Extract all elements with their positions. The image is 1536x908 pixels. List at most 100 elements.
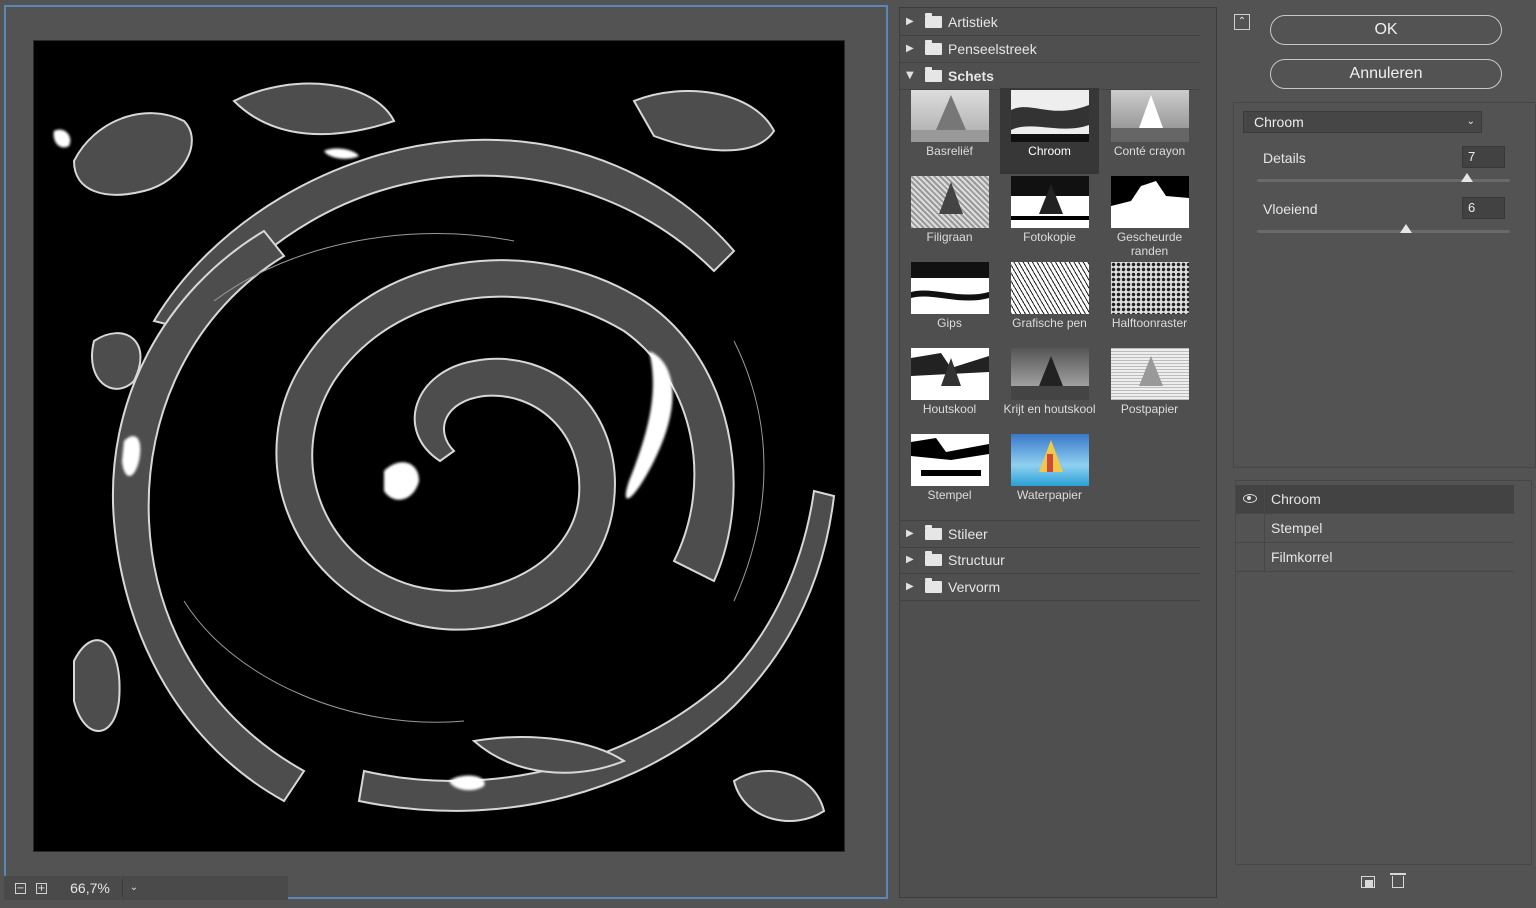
collapse-arrow-icon: ▼ xyxy=(906,70,914,81)
thumbnail-label: Gips xyxy=(937,316,962,330)
folder-icon xyxy=(925,525,942,540)
filter-thumb-conte-crayon[interactable]: Conté crayon xyxy=(1100,88,1199,174)
thumbnail-image xyxy=(1111,348,1189,400)
thumbnail-label: Halftoonraster xyxy=(1111,316,1188,330)
cancel-button[interactable]: Annuleren xyxy=(1270,59,1502,89)
filter-thumb-filigraan[interactable]: Filigraan xyxy=(900,174,999,260)
zoom-out-button[interactable]: − xyxy=(15,883,26,894)
zoom-bar: − + 66,7% ⌄ xyxy=(4,876,288,900)
visibility-toggle[interactable] xyxy=(1236,543,1265,571)
filter-gallery: ▶ Artistiek ▶ Penseelstreek ▼ Schets Bas… xyxy=(899,7,1217,898)
thumbnail-image xyxy=(911,262,989,314)
expand-arrow-icon: ▶ xyxy=(906,16,914,27)
expand-arrow-icon: ▶ xyxy=(906,581,914,592)
filter-thumb-basrelief[interactable]: Basreliëf xyxy=(900,88,999,174)
folder-label: Penseelstreek xyxy=(948,41,1037,57)
filter-thumb-gips[interactable]: Gips xyxy=(900,260,999,346)
slider-handle[interactable] xyxy=(1400,224,1413,233)
filter-thumb-halftoonraster[interactable]: Halftoonraster xyxy=(1100,260,1199,346)
thumbnail-label: Fotokopie xyxy=(1023,230,1076,244)
thumbnail-label: Krijt en houtskool xyxy=(1003,402,1096,416)
visibility-toggle[interactable] xyxy=(1236,514,1265,542)
zoom-level: 66,7% xyxy=(70,880,110,896)
filter-select-value: Chroom xyxy=(1254,114,1304,130)
filter-thumb-postpapier[interactable]: Postpapier xyxy=(1100,346,1199,432)
folder-label: Artistiek xyxy=(948,14,998,30)
folder-vervorm[interactable]: ▶ Vervorm xyxy=(900,574,1200,601)
thumbnail-image xyxy=(1111,262,1189,314)
effect-layer-row[interactable]: Chroom xyxy=(1236,485,1514,514)
details-input[interactable]: 7 xyxy=(1462,146,1505,168)
thumbnail-image xyxy=(1111,90,1189,142)
visibility-toggle[interactable] xyxy=(1236,485,1265,513)
effect-layers-list: Chroom Stempel Filmkorrel xyxy=(1235,480,1532,865)
folder-stileer[interactable]: ▶ Stileer xyxy=(900,520,1200,548)
new-effect-layer-icon[interactable] xyxy=(1361,876,1375,888)
zoom-dropdown-chevron-icon[interactable]: ⌄ xyxy=(122,879,145,897)
thumbnail-label: Conté crayon xyxy=(1113,144,1186,158)
details-label: Details xyxy=(1263,150,1306,166)
effect-layer-name: Filmkorrel xyxy=(1271,549,1333,565)
effect-layer-name: Chroom xyxy=(1271,491,1321,507)
thumbnail-label: Houtskool xyxy=(922,402,977,416)
thumbnail-image xyxy=(1011,262,1089,314)
details-slider[interactable] xyxy=(1257,173,1510,182)
effect-layer-row[interactable]: Filmkorrel xyxy=(1236,543,1514,572)
ok-button[interactable]: OK xyxy=(1270,15,1502,45)
expand-arrow-icon: ▶ xyxy=(906,554,914,565)
thumbnail-label: Grafische pen xyxy=(1012,316,1087,330)
thumbnail-image xyxy=(1011,90,1089,142)
effect-layer-row[interactable]: Stempel xyxy=(1236,514,1514,543)
filter-thumb-chroom[interactable]: Chroom xyxy=(1000,88,1099,174)
folder-label: Structuur xyxy=(948,552,1005,568)
thumbnail-image xyxy=(911,176,989,228)
thumbnail-image xyxy=(1011,176,1089,228)
thumbnail-image xyxy=(911,90,989,142)
filter-select-dropdown[interactable]: Chroom ⌄ xyxy=(1243,111,1482,133)
thumbnail-image xyxy=(911,434,989,486)
folder-icon xyxy=(925,578,942,593)
folder-icon xyxy=(925,551,942,566)
filter-thumb-grafische-pen[interactable]: Grafische pen xyxy=(1000,260,1099,346)
thumbnail-label: Postpapier xyxy=(1120,402,1179,416)
thumbnail-label: Stempel xyxy=(927,488,972,502)
zoom-in-button[interactable]: + xyxy=(36,883,47,894)
thumbnail-image xyxy=(1111,176,1189,228)
vloeiend-slider[interactable] xyxy=(1257,224,1510,233)
thumbnail-label: Filigraan xyxy=(926,230,973,244)
preview-panel xyxy=(4,5,888,899)
chrome-swirl-graphic xyxy=(34,41,844,851)
settings-panel: ⌃ OK Annuleren Chroom ⌄ Details 7 Vloeie… xyxy=(1225,0,1536,908)
thumbnail-label: Waterpapier xyxy=(1017,488,1082,502)
thumbnail-image xyxy=(911,348,989,400)
thumbnail-label: Basreliëf xyxy=(926,144,973,158)
open-folder-icon xyxy=(925,67,942,82)
folder-schets[interactable]: ▼ Schets xyxy=(900,63,1200,90)
thumbnail-image xyxy=(1011,348,1089,400)
thumbnail-label: Gescheurde randen xyxy=(1116,230,1183,258)
folder-structuur[interactable]: ▶ Structuur xyxy=(900,547,1200,574)
expand-arrow-icon: ▶ xyxy=(906,528,914,539)
collapse-gallery-button[interactable]: ⌃ xyxy=(1234,14,1250,30)
folder-label: Vervorm xyxy=(948,579,1001,595)
folder-icon xyxy=(925,13,942,28)
folder-label: Stileer xyxy=(948,526,988,542)
filter-thumb-stempel[interactable]: Stempel xyxy=(900,432,999,518)
slider-handle[interactable] xyxy=(1460,173,1473,182)
folder-label: Schets xyxy=(948,68,994,84)
folder-icon xyxy=(925,40,942,55)
trash-icon[interactable] xyxy=(1390,873,1406,888)
filter-thumb-gescheurde-randen[interactable]: Gescheurde randen xyxy=(1100,174,1199,260)
eye-icon xyxy=(1243,494,1257,503)
folder-artistiek[interactable]: ▶ Artistiek xyxy=(900,9,1200,36)
effect-layer-name: Stempel xyxy=(1271,520,1323,536)
filter-thumb-krijt-en-houtskool[interactable]: Krijt en houtskool xyxy=(1000,346,1099,432)
preview-image[interactable] xyxy=(33,40,845,852)
filter-thumb-fotokopie[interactable]: Fotokopie xyxy=(1000,174,1099,260)
folder-penseelstreek[interactable]: ▶ Penseelstreek xyxy=(900,36,1200,63)
chevron-down-icon: ⌄ xyxy=(1466,116,1475,127)
vloeiend-input[interactable]: 6 xyxy=(1462,197,1505,219)
thumbnail-image xyxy=(1011,434,1089,486)
filter-thumb-waterpapier[interactable]: Waterpapier xyxy=(1000,432,1099,518)
filter-thumb-houtskool[interactable]: Houtskool xyxy=(900,346,999,432)
